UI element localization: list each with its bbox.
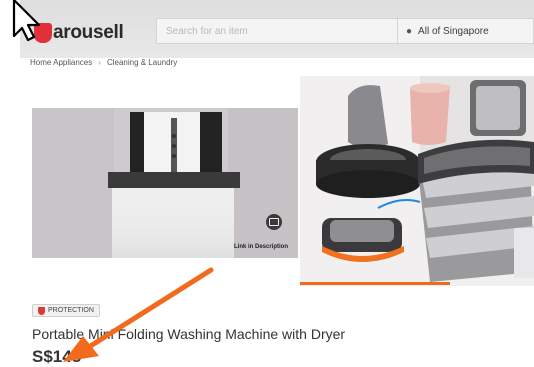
location-selector[interactable]: ● All of Singapore (398, 18, 534, 44)
video-frame-illustration (32, 108, 298, 258)
logo-text: arousell (53, 22, 124, 43)
carousell-logo[interactable]: arousell (34, 20, 124, 46)
breadcrumb-item-cleaning-laundry[interactable]: Cleaning & Laundry (107, 58, 177, 67)
annotation-arrow-icon (63, 267, 214, 362)
washing-machine-illustration (300, 76, 534, 286)
search-placeholder: Search for an item (166, 26, 248, 37)
cursor-arrow-icon (12, 0, 41, 42)
top-navigation-bar: arousell Search for an item ● All of Sin… (20, 0, 534, 58)
search-input[interactable]: Search for an item (156, 18, 398, 44)
breadcrumb: Home Appliances › Cleaning & Laundry (30, 58, 177, 67)
breadcrumb-item-home-appliances[interactable]: Home Appliances (30, 58, 92, 67)
location-label: All of Singapore (418, 25, 489, 37)
product-image[interactable] (300, 76, 534, 286)
breadcrumb-separator: › (98, 58, 101, 67)
product-video-thumbnail[interactable]: Link in Description (32, 108, 298, 258)
shield-icon (38, 306, 45, 315)
location-pin-icon: ● (406, 25, 413, 37)
media-icon[interactable] (266, 214, 282, 230)
link-caption: Link in Description (233, 244, 288, 250)
